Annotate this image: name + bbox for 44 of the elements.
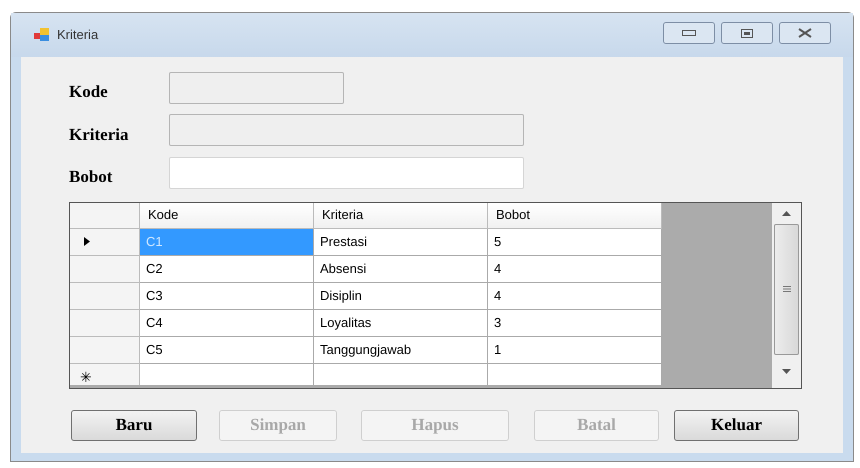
table-cell: 3 [488,310,662,336]
text-field[interactable] [169,156,524,189]
action-button[interactable]: Keluar [674,410,799,440]
minimize-icon [682,30,696,36]
column-header[interactable]: Bobot [488,202,662,228]
minimize-button[interactable] [663,22,715,44]
row-header[interactable] [70,310,140,336]
table-cell: 4 [488,282,662,310]
field-label: Kriteria [69,124,130,146]
table-cell: Prestasi [314,228,488,256]
field-label: Bobot [69,166,114,188]
field-label: Kode [69,81,109,103]
row-header-corner [70,202,140,228]
row-header[interactable] [70,228,140,256]
action-button[interactable]: Baru [71,410,197,440]
table-cell: Loyalitas [314,310,488,336]
table-cell: C4 [140,310,314,336]
table-cell: Tanggungjawab [314,336,488,364]
table-cell: 4 [488,256,662,282]
table-cell: C3 [140,282,314,310]
table-cell: Disiplin [314,282,488,310]
grip-icon [782,286,790,292]
close-icon [798,28,812,38]
table-cell: C5 [140,336,314,364]
close-button[interactable] [779,22,831,44]
row-header[interactable] [70,282,140,310]
table-cell: C1 [140,228,314,256]
column-header[interactable]: Kriteria [314,202,488,228]
table-cell: Absensi [314,256,488,282]
restore-icon [741,28,753,38]
table-cell: C2 [140,256,314,282]
table-cell: 5 [488,228,662,256]
scroll-down-icon [782,368,791,374]
app-icon [33,27,51,43]
table-cell: 1 [488,336,662,364]
window-title: Kriteria [57,26,98,44]
row-header[interactable] [70,256,140,282]
scroll-up-icon [782,210,791,216]
maximize-button[interactable] [721,22,773,44]
column-header[interactable]: Kode [140,202,314,228]
vertical-scrollbar[interactable] [772,202,801,388]
row-header[interactable] [70,336,140,364]
scroll-thumb[interactable] [774,224,799,354]
new-row-marker: ✳ [80,368,92,384]
